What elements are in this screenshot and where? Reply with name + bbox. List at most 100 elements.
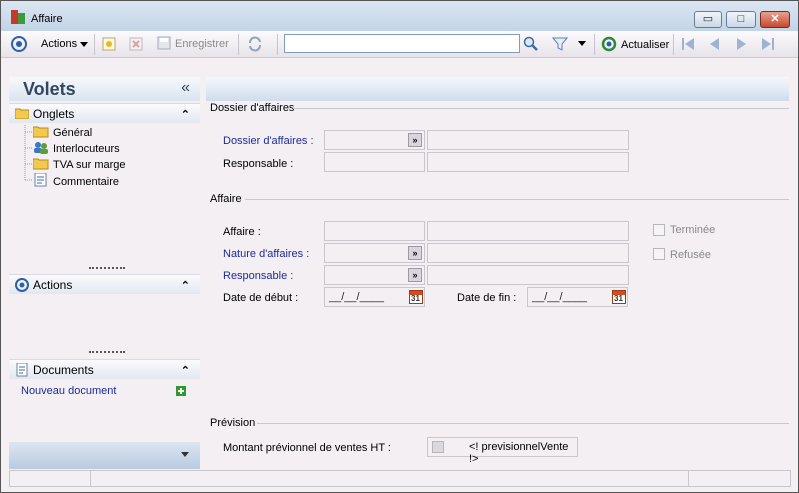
nature-name-field[interactable] — [427, 243, 629, 263]
montant-label: Montant prévionnel de ventes HT : — [223, 442, 391, 454]
documents-label: Documents — [33, 363, 94, 377]
nature-label[interactable]: Nature d'affaires : — [223, 248, 309, 260]
sync-icon[interactable] — [247, 36, 263, 52]
new-icon[interactable] — [102, 37, 116, 51]
terminee-checkbox[interactable] — [653, 224, 665, 236]
chevron-down-icon — [80, 42, 89, 48]
search-input[interactable] — [284, 34, 520, 53]
nature-code-field[interactable]: » — [324, 243, 425, 263]
responsable1-label: Responsable : — [223, 158, 294, 170]
dossier-group-label: Dossier d'affaires — [210, 102, 295, 114]
refresh-button[interactable]: Actualiser — [601, 36, 669, 52]
terminee-label: Terminée — [670, 224, 716, 236]
collapse-section-icon[interactable]: ⌃ — [181, 364, 190, 377]
volets-header: Volets « — [9, 77, 200, 101]
montant-field[interactable]: <! previsionnelVente !> — [427, 437, 578, 465]
refusee-checkbox[interactable] — [653, 248, 665, 260]
target-icon — [15, 278, 29, 292]
documents-header[interactable]: Documents ⌃ — [9, 359, 200, 379]
refusee-label: Refusée — [670, 249, 711, 261]
tab-interlocuteurs-label: Interlocuteurs — [53, 143, 120, 155]
dossier-label[interactable]: Dossier d'affaires : — [223, 135, 314, 147]
splitter-grip[interactable] — [89, 267, 125, 270]
people-icon — [34, 142, 48, 154]
filter-icon[interactable] — [552, 36, 568, 52]
last-icon[interactable] — [761, 37, 775, 51]
tab-tva-sur-marge[interactable]: TVA sur marge — [32, 157, 126, 171]
prevision-group-label: Prévision — [210, 417, 256, 429]
collapse-section-icon[interactable]: ⌃ — [181, 279, 190, 292]
chevron-down-icon[interactable] — [181, 452, 189, 458]
chevron-down-icon[interactable] — [578, 41, 586, 47]
actions-header[interactable]: Actions ⌃ — [9, 274, 200, 294]
actions-label: Actions — [33, 278, 73, 292]
date-fin-label: Date de fin : — [457, 292, 517, 304]
target-icon[interactable] — [11, 36, 27, 52]
app-icon — [11, 10, 25, 24]
first-icon[interactable] — [681, 37, 695, 51]
folder-icon — [32, 158, 49, 170]
dropdown-icon[interactable]: » — [408, 268, 422, 282]
volets-footer — [9, 442, 200, 469]
status-bar — [9, 470, 791, 487]
dropdown-icon[interactable]: » — [408, 246, 422, 260]
responsable2-code-field[interactable]: » — [324, 265, 425, 285]
minimize-button[interactable]: ▭ — [694, 11, 722, 28]
volets-pane: Volets « Onglets ⌃ Général Interlocuteur… — [9, 77, 200, 469]
title-bar: Affaire ▭ □ ✕ — [1, 1, 798, 31]
add-icon[interactable] — [176, 386, 186, 396]
folder-icon — [15, 108, 29, 119]
affaire-code-field[interactable] — [324, 221, 425, 241]
window-title: Affaire — [31, 13, 63, 25]
date-debut-field[interactable]: __/__/____ 31 — [324, 287, 425, 307]
refresh-label: Actualiser — [621, 39, 670, 51]
document-icon — [16, 363, 28, 377]
montant-value: <! previsionnelVente !> — [469, 441, 569, 465]
prev-icon[interactable] — [707, 37, 721, 51]
tab-tva-label: TVA sur marge — [53, 159, 126, 171]
collapse-section-icon[interactable]: ⌃ — [181, 108, 190, 121]
onglets-label: Onglets — [33, 107, 75, 121]
responsable2-name-field[interactable] — [427, 265, 629, 285]
affaire-group-label: Affaire — [210, 193, 242, 205]
date-debut-label: Date de début : — [223, 292, 299, 304]
calendar-icon[interactable]: 31 — [409, 290, 423, 304]
date-debut-value: __/__/____ — [329, 291, 385, 303]
volets-title: Volets — [23, 79, 76, 99]
tab-general-label: Général — [53, 127, 93, 139]
dossier-code-field[interactable]: » — [324, 130, 425, 150]
magnifier-icon[interactable] — [523, 36, 539, 52]
tab-commentaire[interactable]: Commentaire — [33, 172, 120, 188]
dossier-name-field[interactable] — [427, 130, 629, 150]
close-button[interactable]: ✕ — [760, 11, 790, 28]
calculator-icon[interactable] — [432, 441, 444, 453]
splitter-grip[interactable] — [89, 351, 125, 354]
tab-commentaire-label: Commentaire — [53, 176, 120, 188]
onglets-header[interactable]: Onglets ⌃ — [9, 103, 200, 123]
next-icon[interactable] — [735, 37, 749, 51]
save-icon — [157, 36, 171, 50]
responsable1-code-field[interactable] — [324, 152, 425, 172]
maximize-button[interactable]: □ — [726, 11, 756, 28]
actions-menu-label: Actions — [41, 38, 78, 50]
date-fin-field[interactable]: __/__/____ 31 — [527, 287, 628, 307]
folder-icon — [32, 126, 49, 138]
tab-general[interactable]: Général — [32, 125, 93, 139]
responsable1-name-field[interactable] — [427, 152, 629, 172]
date-fin-value: __/__/____ — [532, 291, 588, 303]
calendar-icon[interactable]: 31 — [612, 290, 626, 304]
actions-menu[interactable]: Actions — [41, 36, 89, 52]
form-header — [206, 77, 789, 101]
new-document-link[interactable]: Nouveau document — [21, 385, 116, 397]
responsable2-label[interactable]: Responsable : — [223, 270, 293, 282]
affaire-label: Affaire : — [223, 226, 261, 238]
dropdown-icon[interactable]: » — [408, 133, 422, 147]
tab-interlocuteurs[interactable]: Interlocuteurs — [33, 141, 120, 155]
save-button[interactable]: Enregistrer — [157, 36, 229, 52]
affaire-window: Affaire ▭ □ ✕ Actions Enregistrer Actual… — [0, 0, 799, 493]
document-icon — [34, 172, 47, 187]
affaire-name-field[interactable] — [427, 221, 629, 241]
collapse-icon[interactable]: « — [181, 79, 190, 97]
refresh-icon — [601, 36, 617, 52]
delete-icon[interactable] — [129, 37, 143, 51]
